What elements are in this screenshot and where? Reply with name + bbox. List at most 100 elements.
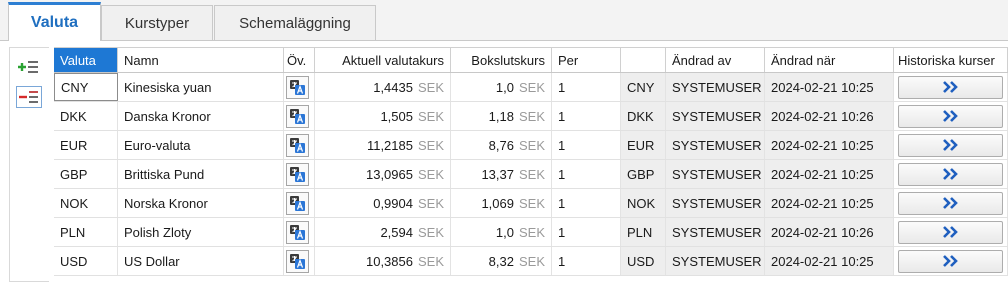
- current-rate-cell[interactable]: 2,594 SEK: [315, 218, 451, 246]
- tab-kurstyper[interactable]: Kurstyper: [101, 5, 213, 40]
- history-cell: [894, 247, 1008, 275]
- changed-by-value: SYSTEMUSER: [672, 253, 762, 269]
- currency-name[interactable]: Kinesiska yuan: [118, 73, 284, 101]
- translation-button[interactable]: [286, 133, 309, 157]
- history-button[interactable]: [898, 162, 1003, 186]
- col-header-valuta[interactable]: Valuta: [54, 48, 118, 72]
- history-button[interactable]: [898, 104, 1003, 128]
- currency-name[interactable]: Euro-valuta: [118, 131, 284, 159]
- col-header-andrad-av[interactable]: Ändrad av: [666, 48, 765, 72]
- currency-code-cell[interactable]: EUR: [54, 131, 118, 159]
- per-cell[interactable]: 1: [552, 160, 621, 188]
- translate-icon: [290, 108, 305, 124]
- history-button[interactable]: [898, 75, 1003, 99]
- table-row[interactable]: USD US Dollar 10,3856 SEK 8,32 SEK 1 USD S…: [54, 247, 1008, 276]
- code-readonly-value: GBP: [627, 166, 655, 182]
- current-rate-cell[interactable]: 0,9904 SEK: [315, 189, 451, 217]
- currency-code-cell[interactable]: USD: [54, 247, 118, 275]
- translation-button[interactable]: [286, 249, 309, 273]
- current-rate-cell[interactable]: 10,3856 SEK: [315, 247, 451, 275]
- changed-at-cell: 2024-02-21 10:25: [765, 189, 894, 217]
- translation-button[interactable]: [286, 220, 309, 244]
- closing-rate-value: 1,0: [495, 79, 514, 95]
- current-rate-value: 11,2185: [366, 137, 413, 153]
- currency-name[interactable]: Danska Kronor: [118, 102, 284, 130]
- currency-code-cell[interactable]: PLN: [54, 218, 118, 246]
- per-cell[interactable]: 1: [552, 73, 621, 101]
- col-header-historiska-kurser[interactable]: Historiska kurser: [894, 48, 1008, 72]
- table-row[interactable]: CNY Kinesiska yuan 1,4435 SEK 1,0 SEK 1 CN…: [54, 73, 1008, 102]
- col-header-namn[interactable]: Namn: [118, 48, 284, 72]
- changed-at-cell: 2024-02-21 10:26: [765, 102, 894, 130]
- per-cell[interactable]: 1: [552, 131, 621, 159]
- current-rate-cell[interactable]: 1,4435 SEK: [315, 73, 451, 101]
- tab-valuta[interactable]: Valuta: [8, 2, 101, 41]
- changed-at-value: 2024-02-21 10:26: [771, 224, 874, 240]
- per-value: 1: [558, 253, 566, 269]
- closing-rate-value: 13,37: [481, 166, 514, 182]
- changed-at-value: 2024-02-21 10:25: [771, 195, 874, 211]
- ov-cell: [284, 131, 315, 159]
- col-header-andrad-nar[interactable]: Ändrad när: [765, 48, 894, 72]
- closing-rate-value: 1,18: [488, 108, 514, 124]
- closing-rate-cell[interactable]: 8,76 SEK: [451, 131, 552, 159]
- currency-code-cell[interactable]: DKK: [54, 102, 118, 130]
- per-cell[interactable]: 1: [552, 247, 621, 275]
- current-rate-unit: SEK: [417, 108, 444, 124]
- changed-at-value: 2024-02-21 10:25: [771, 137, 874, 153]
- add-row-button[interactable]: [16, 56, 42, 78]
- double-chevron-right-icon: [942, 168, 958, 180]
- table-row[interactable]: NOK Norska Kronor 0,9904 SEK 1,069 SEK 1 N…: [54, 189, 1008, 218]
- currency-name[interactable]: Polish Zloty: [118, 218, 284, 246]
- col-header-bokslutskurs[interactable]: Bokslutskurs: [451, 48, 552, 72]
- translation-button[interactable]: [286, 162, 309, 186]
- closing-rate-cell[interactable]: 1,18 SEK: [451, 102, 552, 130]
- col-header-ov[interactable]: Öv.: [284, 48, 315, 72]
- currency-code-cell[interactable]: CNY: [54, 73, 118, 101]
- per-cell[interactable]: 1: [552, 102, 621, 130]
- col-header-aktuell-kurs[interactable]: Aktuell valutakurs: [315, 48, 451, 72]
- code-readonly-value: CNY: [627, 79, 655, 95]
- table-row[interactable]: GBP Brittiska Pund 13,0965 SEK 13,37 SEK 1…: [54, 160, 1008, 189]
- per-cell[interactable]: 1: [552, 189, 621, 217]
- history-button[interactable]: [898, 133, 1003, 157]
- currency-code-cell[interactable]: GBP: [54, 160, 118, 188]
- translate-icon: [290, 253, 305, 269]
- translation-button[interactable]: [286, 75, 309, 99]
- col-header-code[interactable]: [621, 48, 666, 72]
- changed-at-cell: 2024-02-21 10:25: [765, 247, 894, 275]
- double-chevron-right-icon: [942, 197, 958, 209]
- ov-cell: [284, 160, 315, 188]
- closing-rate-cell[interactable]: 1,069 SEK: [451, 189, 552, 217]
- currency-name[interactable]: Norska Kronor: [118, 189, 284, 217]
- per-value: 1: [558, 108, 566, 124]
- history-button[interactable]: [898, 191, 1003, 215]
- history-button[interactable]: [898, 220, 1003, 244]
- remove-row-button[interactable]: [16, 86, 42, 108]
- currency-name[interactable]: Brittiska Pund: [118, 160, 284, 188]
- current-rate-cell[interactable]: 13,0965 SEK: [315, 160, 451, 188]
- translation-button[interactable]: [286, 191, 309, 215]
- tab-schemalaggning[interactable]: Schemaläggning: [214, 5, 376, 40]
- closing-rate-cell[interactable]: 1,0 SEK: [451, 218, 552, 246]
- table-row[interactable]: DKK Danska Kronor 1,505 SEK 1,18 SEK 1 DKK…: [54, 102, 1008, 131]
- table-row[interactable]: EUR Euro-valuta 11,2185 SEK 8,76 SEK 1 EUR…: [54, 131, 1008, 160]
- code-readonly-cell: GBP: [621, 160, 666, 188]
- current-rate-cell[interactable]: 1,505 SEK: [315, 102, 451, 130]
- changed-by-cell: SYSTEMUSER: [666, 218, 765, 246]
- translation-button[interactable]: [286, 104, 309, 128]
- closing-rate-cell[interactable]: 13,37 SEK: [451, 160, 552, 188]
- closing-rate-unit: SEK: [518, 224, 545, 240]
- code-readonly-cell: EUR: [621, 131, 666, 159]
- currency-code-cell[interactable]: NOK: [54, 189, 118, 217]
- closing-rate-cell[interactable]: 8,32 SEK: [451, 247, 552, 275]
- history-button[interactable]: [898, 249, 1003, 273]
- currency-name[interactable]: US Dollar: [118, 247, 284, 275]
- per-cell[interactable]: 1: [552, 218, 621, 246]
- currency-code: GBP: [60, 166, 88, 182]
- col-header-per[interactable]: Per: [552, 48, 621, 72]
- table-row[interactable]: PLN Polish Zloty 2,594 SEK 1,0 SEK 1 PLN S…: [54, 218, 1008, 247]
- closing-rate-cell[interactable]: 1,0 SEK: [451, 73, 552, 101]
- double-chevron-right-icon: [942, 255, 958, 267]
- current-rate-cell[interactable]: 11,2185 SEK: [315, 131, 451, 159]
